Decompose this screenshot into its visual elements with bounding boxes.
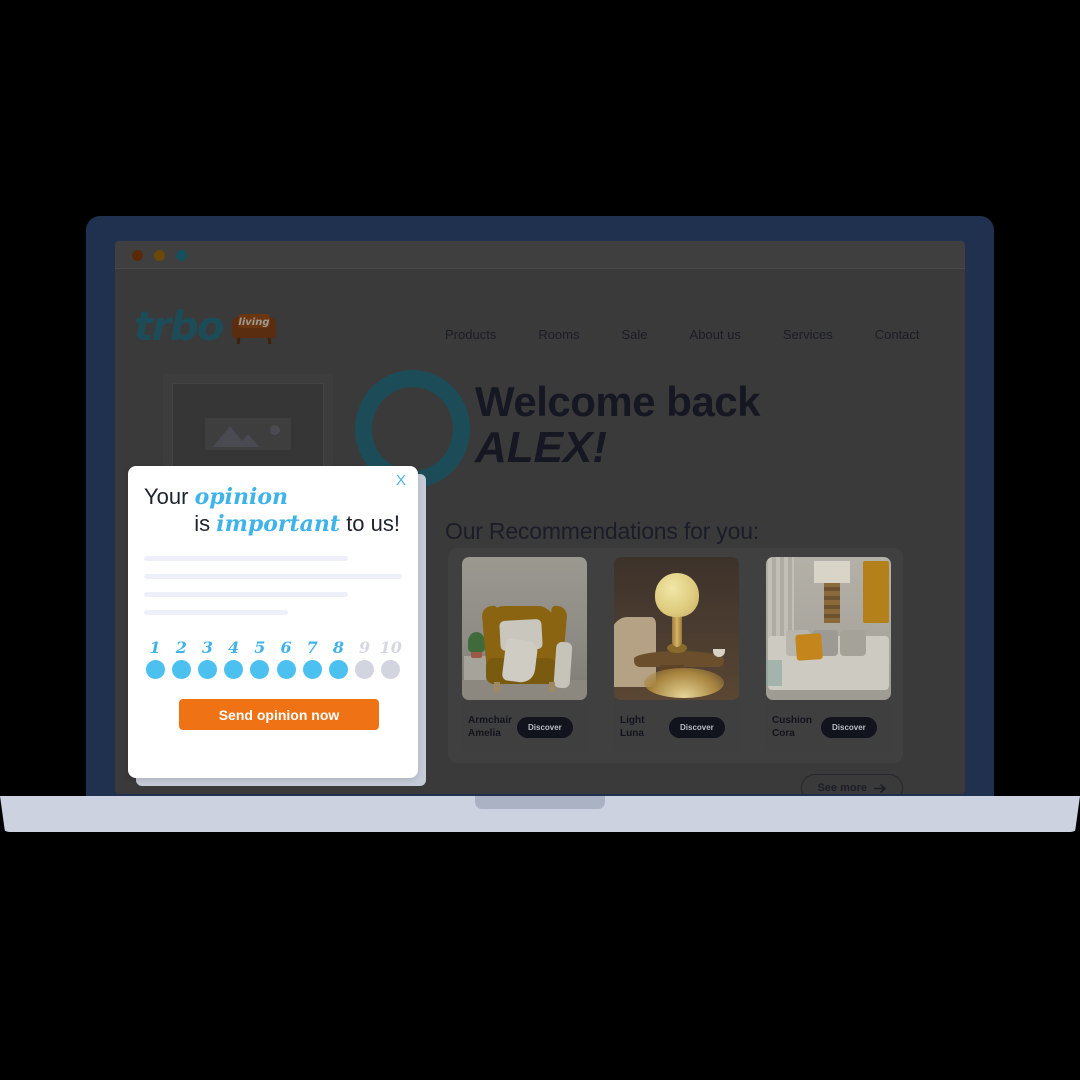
product-card-armchair[interactable]: Armchair Amelia Discover <box>462 557 587 752</box>
site-header: trbo living Products Rooms Sale About us… <box>115 269 965 357</box>
send-opinion-button[interactable]: Send opinion now <box>179 699 379 730</box>
product-name-line1: Cushion <box>772 715 812 726</box>
product-name-light: Light Luna <box>620 715 662 740</box>
discover-button-light[interactable]: Discover <box>669 717 725 738</box>
rating-dot-row <box>142 660 404 679</box>
product-card-footer: Light Luna Discover <box>620 715 738 740</box>
rating-label-10: 10 <box>379 638 402 657</box>
popup-heading-line1-pre: Your <box>144 484 195 509</box>
rating-label-8: 8 <box>332 638 344 657</box>
product-name-cushion: Cushion Cora <box>772 715 814 740</box>
product-name-line2: Luna <box>620 727 644 739</box>
popup-heading-line2-post: to us! <box>340 510 400 536</box>
product-name-line1: Armchair <box>468 715 512 726</box>
product-card-light[interactable]: Light Luna Discover <box>614 557 739 752</box>
rating-dot-4[interactable] <box>224 660 244 679</box>
product-card-footer: Cushion Cora Discover <box>772 715 890 740</box>
rating-label-3: 3 <box>201 638 214 657</box>
nav-item-products[interactable]: Products <box>445 327 496 342</box>
rating-dot-1[interactable] <box>145 660 165 679</box>
see-more-button[interactable]: See more <box>801 774 903 794</box>
rating-dot-5[interactable] <box>250 660 270 679</box>
nav-item-contact[interactable]: Contact <box>875 327 920 342</box>
rating-dot-8[interactable] <box>328 660 348 679</box>
see-more-row: See more <box>448 774 903 794</box>
rating-number-row: 1 2 3 4 5 6 7 8 9 10 <box>142 638 404 657</box>
rating-scale: 1 2 3 4 5 6 7 8 9 10 <box>142 638 404 679</box>
logo-badge-label: living <box>238 317 270 328</box>
window-close-dot[interactable] <box>132 250 143 261</box>
nav-item-sale[interactable]: Sale <box>622 327 648 342</box>
product-image-light <box>614 557 739 700</box>
window-maximize-dot[interactable] <box>176 250 187 261</box>
rating-dot-2[interactable] <box>171 660 191 679</box>
screenshot-stage: trbo living Products Rooms Sale About us… <box>0 0 1080 1080</box>
product-card-footer: Armchair Amelia Discover <box>468 715 586 740</box>
popup-heading-line2: is important to us! <box>144 511 402 538</box>
laptop-notch <box>475 796 605 809</box>
recommendation-card-list: Armchair Amelia Discover Light Luna Disc… <box>462 557 891 752</box>
rating-dot-3[interactable] <box>197 660 217 679</box>
discover-button-cushion[interactable]: Discover <box>821 717 877 738</box>
sofa-icon: living <box>231 313 276 345</box>
product-name-line1: Light <box>620 715 645 726</box>
nav-item-services[interactable]: Services <box>783 327 833 342</box>
popup-heading: Your opinion is important to us! <box>144 484 402 538</box>
browser-title-bar <box>115 241 965 269</box>
recommendations-panel: Armchair Amelia Discover Light Luna Disc… <box>448 548 903 763</box>
primary-nav: Products Rooms Sale About us Services Co… <box>445 327 920 342</box>
rating-dot-7[interactable] <box>302 660 322 679</box>
discover-button-armchair[interactable]: Discover <box>517 717 573 738</box>
product-image-cushion <box>766 557 891 700</box>
rating-label-1: 1 <box>149 638 161 657</box>
site-logo[interactable]: trbo living <box>134 307 276 347</box>
rating-dot-10[interactable] <box>381 660 401 679</box>
popup-heading-line1-emphasis: opinion <box>194 484 289 510</box>
popup-placeholder-text <box>144 556 402 628</box>
rating-label-5: 5 <box>254 638 266 657</box>
rating-label-2: 2 <box>175 638 187 657</box>
nav-item-rooms[interactable]: Rooms <box>538 327 579 342</box>
skeleton-line <box>144 592 348 597</box>
product-name-armchair: Armchair Amelia <box>468 715 512 740</box>
rating-label-7: 7 <box>306 638 318 657</box>
opinion-survey-popup: X Your opinion is important to us! 1 2 3… <box>128 466 418 778</box>
window-minimize-dot[interactable] <box>154 250 165 261</box>
product-image-armchair <box>462 557 587 700</box>
skeleton-line <box>144 556 348 561</box>
hero-customer-name: ALEX! <box>475 423 607 472</box>
image-placeholder-icon <box>205 418 291 450</box>
rating-label-4: 4 <box>228 638 240 657</box>
popup-heading-line2-emphasis: important <box>216 510 341 537</box>
rating-dot-6[interactable] <box>276 660 296 679</box>
product-name-line2: Cora <box>772 727 795 739</box>
logo-wordmark: trbo <box>134 304 224 350</box>
rating-dot-9[interactable] <box>355 660 375 679</box>
rating-label-6: 6 <box>280 638 292 657</box>
see-more-label: See more <box>817 782 867 794</box>
product-name-line2: Amelia <box>468 727 501 739</box>
popup-heading-line2-pre: is <box>194 510 217 536</box>
recommendations-title: Our Recommendations for you: <box>445 518 759 544</box>
arrow-right-icon <box>874 783 886 793</box>
skeleton-line <box>144 610 289 615</box>
rating-label-9: 9 <box>359 638 371 657</box>
skeleton-line <box>144 574 402 579</box>
product-card-cushion[interactable]: Cushion Cora Discover <box>766 557 891 752</box>
hero-greeting: Welcome back <box>475 378 761 425</box>
nav-item-about-us[interactable]: About us <box>690 327 741 342</box>
